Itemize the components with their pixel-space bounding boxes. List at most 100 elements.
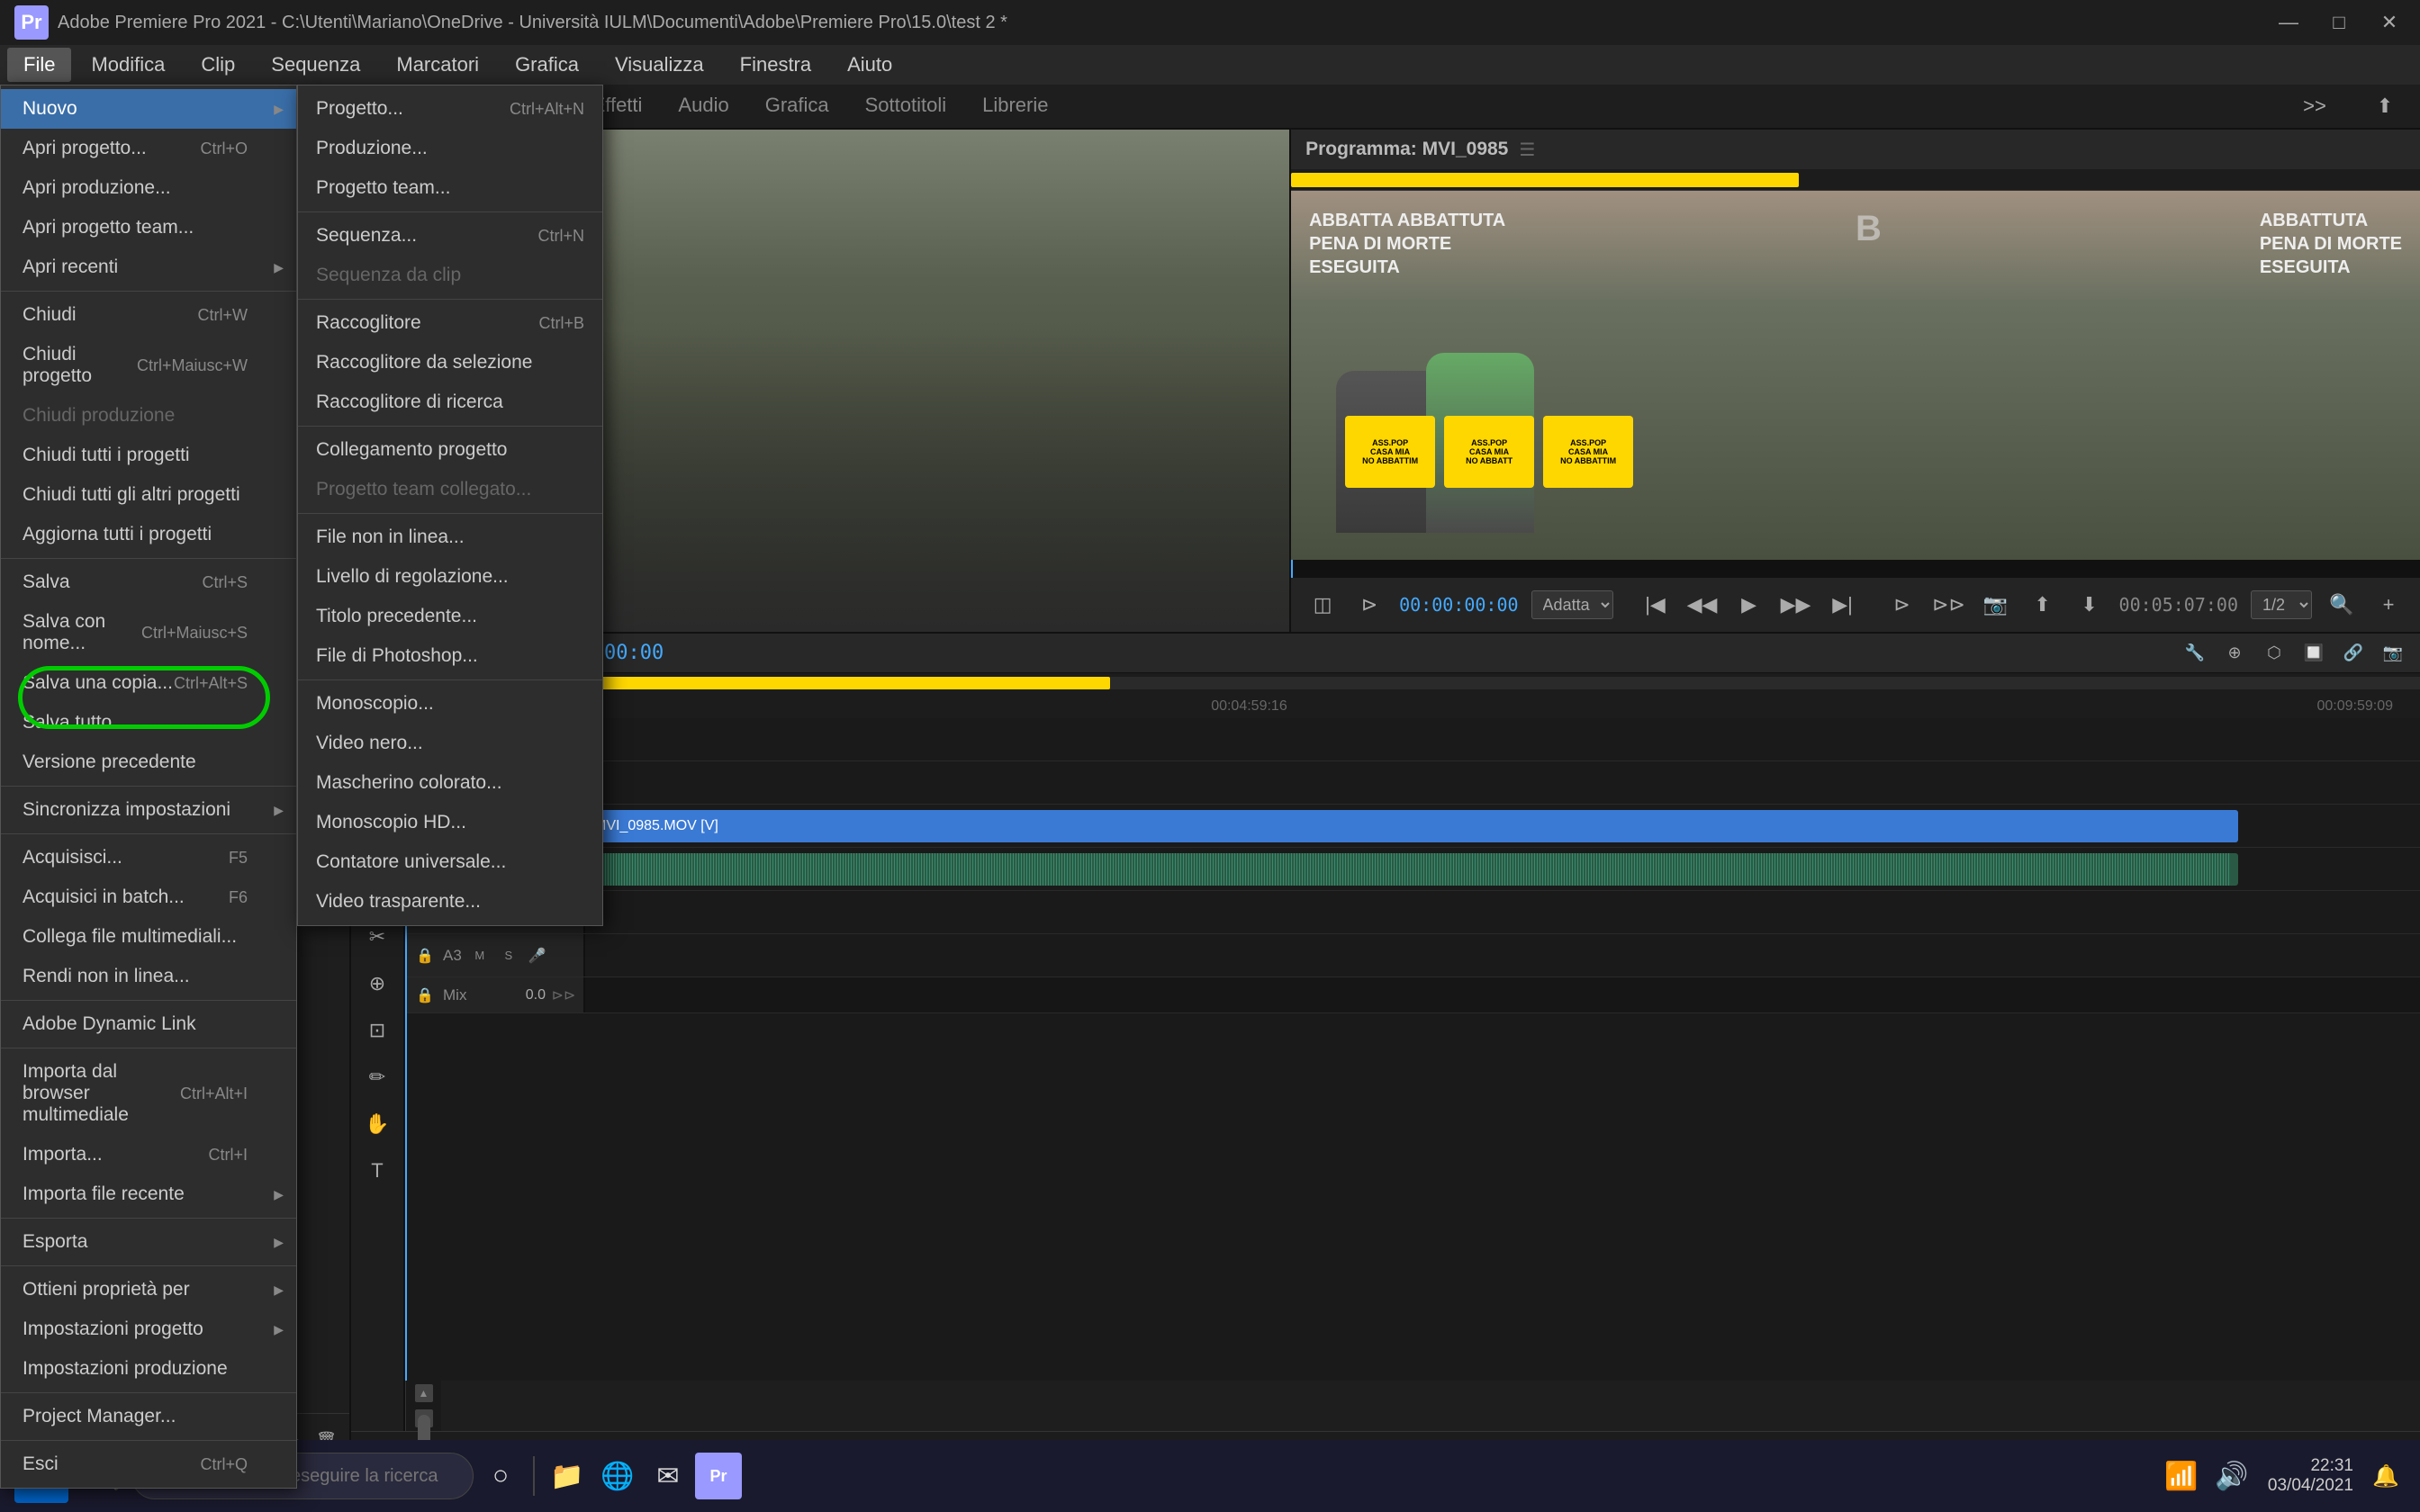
- menu-chiudi-tutti-progetti[interactable]: Chiudi tutti i progetti: [1, 436, 296, 475]
- menu-modifica[interactable]: Modifica: [75, 48, 181, 82]
- menu-versione-prec[interactable]: Versione precedente: [1, 742, 296, 782]
- menu-finestra[interactable]: Finestra: [724, 48, 827, 82]
- tool-pen[interactable]: ✏: [357, 1057, 398, 1098]
- extract-btn[interactable]: ⬇: [2072, 588, 2107, 622]
- menu-aiuto[interactable]: Aiuto: [831, 48, 908, 82]
- menu-importa-browser[interactable]: Importa dal browser multimediale Ctrl+Al…: [1, 1052, 296, 1135]
- step-forward-btn[interactable]: ▶|: [1826, 588, 1860, 622]
- track-a2-content[interactable]: [585, 891, 2420, 933]
- menu-nuovo[interactable]: Nuovo: [1, 89, 296, 129]
- menu-rendi-offline[interactable]: Rendi non in linea...: [1, 957, 296, 996]
- program-scale-select[interactable]: Adatta 25% 50% 75% 100%: [1531, 590, 1613, 619]
- taskbar-network[interactable]: 📶: [2158, 1453, 2205, 1499]
- program-quality-select[interactable]: 1/2 1/4 Full: [2251, 590, 2312, 619]
- track-a3-content[interactable]: [585, 934, 2420, 976]
- menu-salva-copia[interactable]: Salva una copia... Ctrl+Alt+S: [1, 663, 296, 703]
- timeline-vscroll[interactable]: ▲ ▼: [405, 1381, 441, 1431]
- menu-salva[interactable]: Salva Ctrl+S: [1, 562, 296, 602]
- track-a3-solo[interactable]: S: [498, 945, 519, 967]
- menu-sequenza[interactable]: Sequenza: [255, 48, 376, 82]
- video-clip-mvi0985[interactable]: MVI_0985.MOV [V]: [587, 810, 2238, 842]
- menu-ottieni-proprieta[interactable]: Ottieni proprietà per: [1, 1270, 296, 1310]
- tab-audio[interactable]: Audio: [678, 85, 728, 129]
- timeline-tool-1[interactable]: 🔧: [2181, 639, 2209, 668]
- tool-slip[interactable]: ⊕: [357, 963, 398, 1004]
- tool-slide[interactable]: ⊡: [357, 1010, 398, 1051]
- program-timebar[interactable]: [1291, 169, 2420, 191]
- tab-grafica[interactable]: Grafica: [765, 85, 829, 129]
- sub-raccoglitore[interactable]: Raccoglitore Ctrl+B: [298, 303, 602, 343]
- menu-collega-file[interactable]: Collega file multimediali...: [1, 917, 296, 957]
- menu-marcatori[interactable]: Marcatori: [380, 48, 495, 82]
- sub-file-photoshop[interactable]: File di Photoshop...: [298, 636, 602, 676]
- overwrite-btn[interactable]: ⊳⊳: [1932, 588, 1966, 622]
- sub-video-trasparente[interactable]: Video trasparente...: [298, 882, 602, 922]
- menu-clip[interactable]: Clip: [185, 48, 251, 82]
- track-mix-lock[interactable]: 🔒: [414, 985, 436, 1006]
- menu-sincronizza[interactable]: Sincronizza impostazioni: [1, 790, 296, 830]
- add-marker-btn[interactable]: +: [2371, 588, 2406, 622]
- timeline-tool-camera[interactable]: 📷: [2379, 639, 2407, 668]
- menu-grafica[interactable]: Grafica: [499, 48, 595, 82]
- sub-livello-regolazione[interactable]: Livello di regolazione...: [298, 557, 602, 597]
- taskbar-clock[interactable]: 22:31 03/04/2021: [2259, 1456, 2362, 1496]
- photo-btn[interactable]: 📷: [1979, 588, 2013, 622]
- menu-file[interactable]: File: [7, 48, 71, 82]
- play-btn[interactable]: ▶: [1732, 588, 1766, 622]
- menu-salva-con-nome[interactable]: Salva con nome... Ctrl+Maiusc+S: [1, 602, 296, 663]
- menu-acquisisci[interactable]: Acquisisci... F5: [1, 838, 296, 878]
- sub-file-non-in-linea[interactable]: File non in linea...: [298, 518, 602, 557]
- menu-chiudi-progetto[interactable]: Chiudi progetto Ctrl+Maiusc+W: [1, 335, 296, 396]
- maximize-button[interactable]: □: [2323, 6, 2355, 39]
- sub-monoscopio[interactable]: Monoscopio...: [298, 684, 602, 724]
- audio-clip-a1[interactable]: [587, 853, 2238, 886]
- menu-adobe-dynamic-link[interactable]: Adobe Dynamic Link: [1, 1004, 296, 1044]
- taskbar-email[interactable]: ✉: [645, 1453, 691, 1499]
- program-scrubber-bar[interactable]: [1291, 560, 2420, 578]
- sub-contatore-universale[interactable]: Contatore universale...: [298, 842, 602, 882]
- add-out-point-btn[interactable]: ⊳: [1352, 588, 1386, 622]
- taskbar-cortana[interactable]: ○: [477, 1453, 524, 1499]
- menu-salva-tutto[interactable]: Salva tutto: [1, 703, 296, 742]
- share-icon[interactable]: ⬆: [2368, 89, 2402, 123]
- track-v1-content[interactable]: MVI_0985.MOV [V]: [585, 805, 2420, 847]
- menu-impostazioni-progetto[interactable]: Impostazioni progetto: [1, 1310, 296, 1349]
- sub-raccoglitore-ricerca[interactable]: Raccoglitore di ricerca: [298, 382, 602, 422]
- timeline-tool-2[interactable]: ⊕: [2220, 639, 2249, 668]
- sub-progetto-team[interactable]: Progetto team...: [298, 168, 602, 208]
- taskbar-volume[interactable]: 🔊: [2208, 1453, 2255, 1499]
- track-mix-end[interactable]: ⊳⊳: [553, 985, 574, 1006]
- add-in-point-btn[interactable]: ◫: [1305, 588, 1340, 622]
- sub-sequenza[interactable]: Sequenza... Ctrl+N: [298, 216, 602, 256]
- insert-btn[interactable]: ⊳: [1885, 588, 1919, 622]
- timeline-tool-snap[interactable]: 🔲: [2299, 639, 2328, 668]
- fast-forward-btn[interactable]: ▶▶: [1779, 588, 1813, 622]
- sub-produzione[interactable]: Produzione...: [298, 129, 602, 168]
- track-a1-content[interactable]: [585, 848, 2420, 890]
- menu-esporta[interactable]: Esporta: [1, 1222, 296, 1262]
- sub-collegamento-progetto[interactable]: Collegamento progetto: [298, 430, 602, 470]
- lift-btn[interactable]: ⬆: [2026, 588, 2060, 622]
- track-v2-content[interactable]: [585, 761, 2420, 804]
- track-a3-mic[interactable]: 🎤: [527, 945, 548, 967]
- menu-apri-progetto-team[interactable]: Apri progetto team...: [1, 208, 296, 248]
- tab-more-btn[interactable]: >>: [2298, 89, 2332, 123]
- taskbar-notification[interactable]: 🔔: [2366, 1456, 2406, 1496]
- menu-apri-produzione[interactable]: Apri produzione...: [1, 168, 296, 208]
- sub-progetto[interactable]: Progetto... Ctrl+Alt+N: [298, 89, 602, 129]
- menu-chiudi[interactable]: Chiudi Ctrl+W: [1, 295, 296, 335]
- timeline-tool-link[interactable]: 🔗: [2339, 639, 2368, 668]
- menu-apri-progetto[interactable]: Apri progetto... Ctrl+O: [1, 129, 296, 168]
- menu-aggiorna-progetti[interactable]: Aggiorna tutti i progetti: [1, 515, 296, 554]
- menu-chiudi-altri-progetti[interactable]: Chiudi tutti gli altri progetti: [1, 475, 296, 515]
- taskbar-chrome[interactable]: 🌐: [594, 1453, 641, 1499]
- menu-apri-recenti[interactable]: Apri recenti: [1, 248, 296, 287]
- step-back-btn[interactable]: |◀: [1639, 588, 1673, 622]
- timeline-tool-3[interactable]: ⬡: [2260, 639, 2289, 668]
- sub-titolo-precedente[interactable]: Titolo precedente...: [298, 597, 602, 636]
- menu-impostazioni-produzione[interactable]: Impostazioni produzione: [1, 1349, 296, 1389]
- sub-mascherino-colorato[interactable]: Mascherino colorato...: [298, 763, 602, 803]
- zoom-btn[interactable]: 🔍: [2325, 588, 2359, 622]
- sub-raccoglitore-selezione[interactable]: Raccoglitore da selezione: [298, 343, 602, 382]
- menu-visualizza[interactable]: Visualizza: [599, 48, 720, 82]
